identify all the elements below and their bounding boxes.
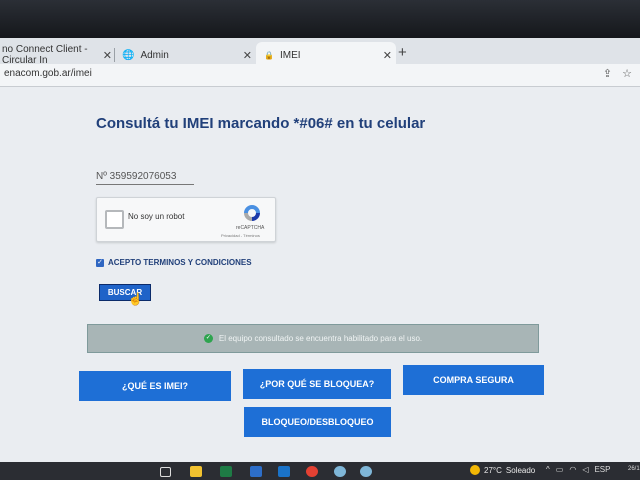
clock[interactable]: 26/1 bbox=[628, 466, 640, 472]
monitor-bezel bbox=[0, 0, 640, 38]
wifi-icon[interactable]: ◠ bbox=[569, 465, 576, 474]
close-icon[interactable]: ✕ bbox=[103, 49, 112, 62]
imei-input[interactable]: Nº 359592076053 bbox=[96, 171, 194, 185]
block-unblock-button[interactable]: BLOQUEO/DESBLOQUEO bbox=[244, 407, 391, 437]
hand-cursor-icon: ☝ bbox=[128, 292, 143, 306]
excel-icon[interactable] bbox=[220, 466, 232, 477]
tab-label: Admin bbox=[140, 49, 169, 61]
file-explorer-icon[interactable] bbox=[190, 466, 202, 477]
connect-client-icon[interactable] bbox=[360, 466, 372, 477]
system-tray: ^ ▭ ◠ ◁ ESP bbox=[546, 465, 610, 474]
recaptcha-checkbox[interactable] bbox=[105, 210, 124, 229]
network-icon[interactable]: ▭ bbox=[556, 465, 564, 474]
tab-separator bbox=[114, 48, 115, 62]
status-banner: ✓ El equipo consultado se encuentra habi… bbox=[87, 324, 539, 353]
what-is-imei-button[interactable]: ¿QUÉ ES IMEI? bbox=[79, 371, 231, 401]
search-button[interactable]: BUSCAR bbox=[99, 284, 151, 301]
recaptcha-logo-icon bbox=[244, 205, 260, 221]
taskbar: 27°C Soleado ^ ▭ ◠ ◁ ESP 26/1 bbox=[0, 462, 640, 480]
terms-label: ACEPTO TERMINOS Y CONDICIONES bbox=[108, 258, 252, 267]
task-view-icon[interactable] bbox=[160, 467, 171, 477]
tab-label: no Connect Client - Circular In bbox=[2, 44, 88, 66]
weather-temp: 27°C bbox=[484, 465, 502, 475]
star-icon[interactable]: ☆ bbox=[622, 67, 632, 80]
page-content: Consultá tu IMEI marcando *#06# en tu ce… bbox=[0, 87, 640, 462]
recaptcha-widget: No soy un robot reCAPTCHA Privacidad - T… bbox=[96, 197, 276, 242]
status-message: El equipo consultado se encuentra habili… bbox=[218, 334, 423, 343]
teamviewer-icon[interactable] bbox=[278, 466, 290, 477]
check-circle-icon: ✓ bbox=[203, 334, 213, 343]
tab-label: IMEI bbox=[279, 49, 301, 61]
url-text[interactable]: enacom.gob.ar/imei bbox=[4, 68, 92, 79]
close-icon[interactable]: ✕ bbox=[383, 49, 392, 62]
close-icon[interactable]: ✕ bbox=[243, 49, 252, 62]
terms-checkbox[interactable]: ✓ bbox=[96, 258, 104, 267]
recaptcha-label: No soy un robot bbox=[128, 212, 185, 221]
new-tab-button[interactable]: + bbox=[398, 44, 407, 61]
recaptcha-brand: reCAPTCHA bbox=[236, 225, 265, 231]
terms-row[interactable]: ✓ ACEPTO TERMINOS Y CONDICIONES bbox=[96, 258, 252, 267]
lock-icon: 🔒 bbox=[264, 50, 274, 60]
sun-icon bbox=[470, 465, 480, 475]
share-icon[interactable]: ⇪ bbox=[603, 67, 612, 80]
why-blocked-button[interactable]: ¿POR QUÉ SE BLOQUEA? bbox=[243, 369, 391, 399]
chevron-up-icon[interactable]: ^ bbox=[546, 465, 550, 474]
weather-desc: Soleado bbox=[505, 465, 536, 475]
volume-icon[interactable]: ◁ bbox=[582, 465, 588, 474]
app-icon[interactable] bbox=[250, 466, 262, 477]
language-indicator[interactable]: ESP bbox=[594, 465, 610, 474]
globe-icon: 🌐 bbox=[122, 49, 135, 61]
weather-widget[interactable]: 27°C Soleado bbox=[470, 465, 535, 475]
recaptcha-links[interactable]: Privacidad - Términos bbox=[221, 233, 260, 238]
safe-purchase-button[interactable]: COMPRA SEGURA bbox=[403, 365, 544, 395]
page-title: Consultá tu IMEI marcando *#06# en tu ce… bbox=[96, 115, 426, 132]
address-bar[interactable]: enacom.gob.ar/imei ⇪ ☆ bbox=[0, 64, 640, 87]
connect-client-icon[interactable] bbox=[334, 466, 346, 477]
chrome-icon[interactable] bbox=[306, 466, 318, 477]
